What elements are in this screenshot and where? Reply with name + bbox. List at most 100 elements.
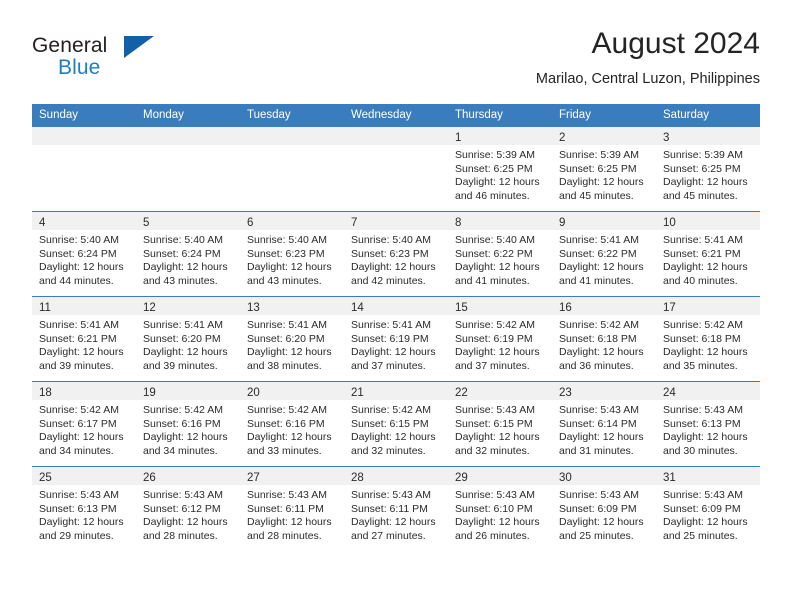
day-detail-line: and 37 minutes. — [351, 359, 426, 372]
day-number-band: 30 — [552, 467, 656, 485]
day-details: Sunrise: 5:41 AM Sunset: 6:20 PM Daylight:… — [136, 315, 240, 373]
day-detail-line: Sunset: 6:21 PM — [663, 247, 741, 260]
calendar-day-cell[interactable]: 21 Sunrise: 5:42 AM Sunset: 6:15 PM Dayligh… — [344, 381, 448, 467]
calendar-day-cell[interactable]: 16 Sunrise: 5:42 AM Sunset: 6:18 PM Dayligh… — [552, 296, 656, 382]
calendar-day-cell[interactable]: 6 Sunrise: 5:40 AM Sunset: 6:23 PM Daylight… — [240, 211, 344, 297]
day-details: Sunrise: 5:40 AM Sunset: 6:22 PM Daylight:… — [448, 230, 552, 288]
calendar-day-cell[interactable]: 5 Sunrise: 5:40 AM Sunset: 6:24 PM Daylight… — [136, 211, 240, 297]
calendar-day-cell[interactable]: 25 Sunrise: 5:43 AM Sunset: 6:13 PM Dayligh… — [32, 466, 136, 551]
day-number: 1 — [455, 132, 462, 144]
day-details: Sunrise: 5:43 AM Sunset: 6:10 PM Daylight:… — [448, 485, 552, 543]
calendar-day-cell[interactable]: 30 Sunrise: 5:43 AM Sunset: 6:09 PM Dayligh… — [552, 466, 656, 551]
calendar-day-cell[interactable]: 12 Sunrise: 5:41 AM Sunset: 6:20 PM Dayligh… — [136, 296, 240, 382]
day-number-band: 12 — [136, 297, 240, 315]
day-number: 20 — [247, 387, 260, 399]
calendar-day-cell[interactable]: 28 Sunrise: 5:43 AM Sunset: 6:11 PM Dayligh… — [344, 466, 448, 551]
day-number-band: 14 — [344, 297, 448, 315]
day-detail-line: and 29 minutes. — [39, 529, 114, 542]
day-number-band: 20 — [240, 382, 344, 400]
calendar-body: 1 Sunrise: 5:39 AM Sunset: 6:25 PM Daylight… — [32, 126, 760, 551]
weekday-header-wednesday: Wednesday — [344, 104, 448, 127]
day-detail-line: Sunset: 6:14 PM — [559, 417, 637, 430]
calendar-day-cell[interactable]: 14 Sunrise: 5:41 AM Sunset: 6:19 PM Dayligh… — [344, 296, 448, 382]
calendar-day-cell[interactable]: 13 Sunrise: 5:41 AM Sunset: 6:20 PM Dayligh… — [240, 296, 344, 382]
calendar-day-cell[interactable]: 20 Sunrise: 5:42 AM Sunset: 6:16 PM Dayligh… — [240, 381, 344, 467]
calendar-day-cell[interactable]: 31 Sunrise: 5:43 AM Sunset: 6:09 PM Dayligh… — [656, 466, 760, 551]
calendar-day-cell[interactable]: 11 Sunrise: 5:41 AM Sunset: 6:21 PM Dayligh… — [32, 296, 136, 382]
day-detail-line: and 40 minutes. — [663, 274, 738, 287]
location-subtitle: Marilao, Central Luzon, Philippines — [535, 71, 760, 87]
day-details: Sunrise: 5:39 AM Sunset: 6:25 PM Daylight:… — [448, 145, 552, 203]
day-details: Sunrise: 5:43 AM Sunset: 6:09 PM Daylight:… — [656, 485, 760, 543]
day-detail-line: Daylight: 12 hours — [39, 431, 124, 444]
day-number: 28 — [351, 472, 364, 484]
day-detail-line: Daylight: 12 hours — [351, 431, 436, 444]
brand-logo[interactable]: General Blue — [32, 34, 232, 90]
day-details: Sunrise: 5:42 AM Sunset: 6:19 PM Daylight:… — [448, 315, 552, 373]
day-number: 27 — [247, 472, 260, 484]
day-details: Sunrise: 5:42 AM Sunset: 6:18 PM Daylight:… — [552, 315, 656, 373]
calendar-day-cell[interactable]: 1 Sunrise: 5:39 AM Sunset: 6:25 PM Daylight… — [448, 126, 552, 212]
day-number-band: 8 — [448, 212, 552, 230]
calendar-day-cell[interactable]: 26 Sunrise: 5:43 AM Sunset: 6:12 PM Dayligh… — [136, 466, 240, 551]
day-detail-line: Sunset: 6:21 PM — [39, 332, 117, 345]
calendar-day-cell[interactable]: 23 Sunrise: 5:43 AM Sunset: 6:14 PM Dayligh… — [552, 381, 656, 467]
day-number: 22 — [455, 387, 468, 399]
day-number: 16 — [559, 302, 572, 314]
calendar-day-cell[interactable]: 29 Sunrise: 5:43 AM Sunset: 6:10 PM Dayligh… — [448, 466, 552, 551]
day-detail-line: and 32 minutes. — [351, 444, 426, 457]
calendar-day-cell[interactable]: 3 Sunrise: 5:39 AM Sunset: 6:25 PM Daylight… — [656, 126, 760, 212]
calendar-day-cell[interactable]: 15 Sunrise: 5:42 AM Sunset: 6:19 PM Dayligh… — [448, 296, 552, 382]
day-detail-line: Daylight: 12 hours — [455, 346, 540, 359]
day-detail-line: and 26 minutes. — [455, 529, 530, 542]
day-detail-line: and 27 minutes. — [351, 529, 426, 542]
day-detail-line: Sunrise: 5:41 AM — [663, 234, 743, 246]
calendar-week-row: 18 Sunrise: 5:42 AM Sunset: 6:17 PM Dayligh… — [32, 381, 760, 467]
day-number: 9 — [559, 217, 566, 229]
day-detail-line: Sunrise: 5:42 AM — [663, 319, 743, 331]
calendar-header-row: Sunday Monday Tuesday Wednesday Thursday… — [32, 104, 760, 127]
day-detail-line: Sunrise: 5:42 AM — [143, 404, 223, 416]
day-detail-line: Sunset: 6:20 PM — [247, 332, 325, 345]
day-number: 8 — [455, 217, 462, 229]
day-number-band: 16 — [552, 297, 656, 315]
day-detail-line: Sunrise: 5:40 AM — [455, 234, 535, 246]
day-detail-line: Daylight: 12 hours — [247, 431, 332, 444]
day-number-band: 2 — [552, 127, 656, 145]
day-details: Sunrise: 5:42 AM Sunset: 6:16 PM Daylight:… — [136, 400, 240, 458]
day-number-band: 26 — [136, 467, 240, 485]
day-detail-line: Daylight: 12 hours — [351, 346, 436, 359]
calendar-day-cell[interactable]: 8 Sunrise: 5:40 AM Sunset: 6:22 PM Daylight… — [448, 211, 552, 297]
day-detail-line: Sunrise: 5:43 AM — [247, 489, 327, 501]
calendar-day-cell[interactable]: 19 Sunrise: 5:42 AM Sunset: 6:16 PM Dayligh… — [136, 381, 240, 467]
day-detail-line: Daylight: 12 hours — [559, 176, 644, 189]
day-detail-line: Daylight: 12 hours — [559, 346, 644, 359]
calendar-day-cell[interactable]: 27 Sunrise: 5:43 AM Sunset: 6:11 PM Dayligh… — [240, 466, 344, 551]
weekday-header-saturday: Saturday — [656, 104, 760, 127]
day-detail-line: Sunrise: 5:42 AM — [247, 404, 327, 416]
day-details: Sunrise: 5:41 AM Sunset: 6:19 PM Daylight:… — [344, 315, 448, 373]
calendar-day-cell[interactable]: 9 Sunrise: 5:41 AM Sunset: 6:22 PM Daylight… — [552, 211, 656, 297]
day-number-band: 9 — [552, 212, 656, 230]
calendar-day-cell[interactable]: 17 Sunrise: 5:42 AM Sunset: 6:18 PM Dayligh… — [656, 296, 760, 382]
day-detail-line: and 39 minutes. — [143, 359, 218, 372]
calendar-day-cell[interactable]: 4 Sunrise: 5:40 AM Sunset: 6:24 PM Daylight… — [32, 211, 136, 297]
calendar-day-cell[interactable]: 22 Sunrise: 5:43 AM Sunset: 6:15 PM Dayligh… — [448, 381, 552, 467]
calendar-day-cell[interactable]: 18 Sunrise: 5:42 AM Sunset: 6:17 PM Dayligh… — [32, 381, 136, 467]
calendar-day-cell[interactable]: 2 Sunrise: 5:39 AM Sunset: 6:25 PM Daylight… — [552, 126, 656, 212]
calendar-day-cell[interactable]: 7 Sunrise: 5:40 AM Sunset: 6:23 PM Daylight… — [344, 211, 448, 297]
day-number: 14 — [351, 302, 364, 314]
calendar-day-cell[interactable]: 10 Sunrise: 5:41 AM Sunset: 6:21 PM Dayligh… — [656, 211, 760, 297]
day-number: 30 — [559, 472, 572, 484]
day-detail-line: Daylight: 12 hours — [455, 261, 540, 274]
day-detail-line: Daylight: 12 hours — [663, 261, 748, 274]
day-detail-line: Daylight: 12 hours — [455, 431, 540, 444]
day-details — [136, 145, 240, 149]
weekday-header-tuesday: Tuesday — [240, 104, 344, 127]
day-detail-line: and 43 minutes. — [247, 274, 322, 287]
day-detail-line: Sunset: 6:15 PM — [351, 417, 429, 430]
day-number: 23 — [559, 387, 572, 399]
day-details: Sunrise: 5:40 AM Sunset: 6:23 PM Daylight:… — [240, 230, 344, 288]
day-detail-line: Daylight: 12 hours — [247, 516, 332, 529]
calendar-day-cell[interactable]: 24 Sunrise: 5:43 AM Sunset: 6:13 PM Dayligh… — [656, 381, 760, 467]
